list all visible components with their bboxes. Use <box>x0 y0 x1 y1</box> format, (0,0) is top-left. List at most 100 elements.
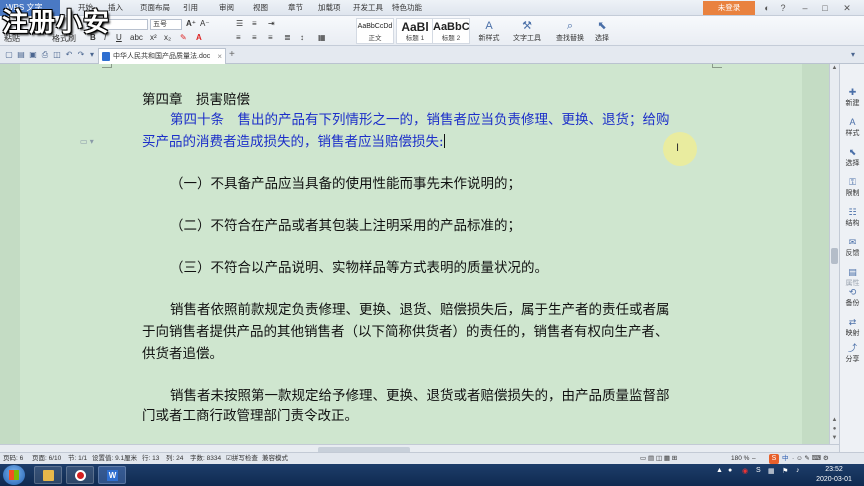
maximize-icon[interactable]: □ <box>818 1 832 15</box>
style-normal[interactable]: AaBbCcDd 正文 <box>356 18 394 44</box>
border-icon[interactable]: ▦ <box>318 33 326 43</box>
preview-icon[interactable]: ◫ <box>52 49 62 60</box>
taskbar-file-explorer[interactable] <box>34 466 62 484</box>
align-left-icon[interactable]: ≡ <box>236 33 241 43</box>
indent-icon[interactable]: ⇥ <box>268 19 275 29</box>
new-tab-icon[interactable]: + <box>229 49 235 60</box>
status-page[interactable]: 页面: 6/10 <box>32 453 61 464</box>
side-select[interactable]: ⬉ 选择 <box>840 146 864 168</box>
text-tools-button[interactable]: ⚒ 文字工具 <box>510 20 544 43</box>
line-spacing-icon[interactable]: ↕ <box>300 33 304 43</box>
menu-page-layout[interactable]: 页面布局 <box>140 0 170 16</box>
document-canvas[interactable]: ▭ ▾ I 第四章 损害赔偿 第四十条 售出的产品有下列情形之一的，销售者应当负… <box>0 64 829 444</box>
article-40-line-2: 买产品的消费者造成损失的，销售者应当赔偿损失: <box>142 132 445 152</box>
paragraph-handle-icon[interactable]: ▭ ▾ <box>80 137 94 146</box>
print-icon[interactable]: ⎙ <box>40 49 50 60</box>
side-share-label: 分享 <box>845 356 860 363</box>
bullets-icon[interactable]: ☰ <box>236 19 243 29</box>
menu-features[interactable]: 特色功能 <box>392 0 422 16</box>
side-share[interactable]: ⤴ 分享 <box>840 342 864 364</box>
status-spell-check[interactable]: ☑拼写检查 <box>226 453 258 464</box>
menu-addins[interactable]: 加载项 <box>318 0 341 16</box>
numbering-icon[interactable]: ≡ <box>252 19 257 29</box>
side-backup[interactable]: ⟲ 备份 <box>840 286 864 308</box>
menu-developer[interactable]: 开发工具 <box>353 0 383 16</box>
ime-chinese-icon[interactable]: 中 <box>782 453 789 464</box>
style-heading-2[interactable]: AaBbC 标题 2 <box>432 18 470 44</box>
close-icon[interactable]: ✕ <box>840 1 854 15</box>
system-clock[interactable]: 23:52 2020-03-01 <box>810 465 858 485</box>
taskbar-wps-writer[interactable]: W <box>98 466 126 484</box>
menu-review[interactable]: 审阅 <box>219 0 234 16</box>
style-heading-1-sample: AaBl <box>401 20 429 34</box>
status-word-count[interactable]: 字数: 8334 <box>190 453 221 464</box>
menu-chapter[interactable]: 章节 <box>288 0 303 16</box>
taskbar-recorder[interactable] <box>66 466 94 484</box>
ime-tools-icon[interactable]: · ☺ ✎ ⌨ ⚙ <box>792 453 829 464</box>
start-button[interactable] <box>3 465 25 485</box>
strikethrough-icon[interactable]: abc <box>130 33 143 43</box>
skin-icon[interactable]: ◐ <box>760 1 774 15</box>
minimize-icon[interactable]: – <box>798 1 812 15</box>
select-browse-icon[interactable]: ● <box>830 425 839 434</box>
tab-list-icon[interactable]: ▾ <box>848 49 858 60</box>
help-icon[interactable]: ? <box>776 1 790 15</box>
menu-insert[interactable]: 插入 <box>108 0 123 16</box>
paragraph-1-line-2: 于向销售者提供产品的其他销售者（以下简称供货者）的责任的，销售者有权向生产者、 <box>142 324 669 340</box>
align-center-icon[interactable]: ≡ <box>252 33 257 43</box>
shrink-font-icon[interactable]: A⁻ <box>200 19 210 29</box>
menu-references[interactable]: 引用 <box>183 0 198 16</box>
side-properties[interactable]: ▤ 属性 <box>840 266 864 288</box>
subscript-icon[interactable]: x₂ <box>164 33 171 43</box>
vertical-scrollbar[interactable]: ▲ ▲ ● ▼ <box>829 64 839 444</box>
side-new[interactable]: ✚ 新建 <box>840 86 864 108</box>
clock-date: 2020-03-01 <box>816 476 852 483</box>
zoom-level[interactable]: 180 % <box>731 453 749 464</box>
tab-close-icon[interactable]: × <box>217 49 222 64</box>
login-button[interactable]: 未登录 <box>703 1 755 15</box>
new-doc-icon[interactable]: ▢ <box>4 49 14 60</box>
side-mapping[interactable]: ⇄ 映射 <box>840 316 864 338</box>
superscript-icon[interactable]: x² <box>150 33 157 43</box>
justify-icon[interactable]: ≣ <box>284 33 291 43</box>
tray-volume-icon[interactable]: ♪ <box>796 467 800 474</box>
tray-record-icon[interactable]: ● <box>728 467 732 474</box>
clock-time: 23:52 <box>825 466 843 473</box>
document-tab[interactable]: 中华人民共和国产品质量法.doc × <box>98 48 226 64</box>
zoom-out-icon[interactable]: – <box>752 453 756 464</box>
vertical-scroll-thumb[interactable] <box>831 248 838 264</box>
view-mode-icon[interactable]: ▭ ▤ ◫ ▦ ⊞ <box>640 453 677 464</box>
undo-icon[interactable]: ↶ <box>64 49 74 60</box>
customize-icon[interactable]: ▾ <box>87 49 97 60</box>
redo-icon[interactable]: ↷ <box>76 49 86 60</box>
tray-flag-icon[interactable]: ⚑ <box>782 467 788 475</box>
grow-font-icon[interactable]: A⁺ <box>186 19 196 29</box>
tray-ime-icon[interactable]: S <box>756 467 761 474</box>
side-structure[interactable]: ☷ 结构 <box>840 206 864 228</box>
side-backup-label: 备份 <box>845 300 860 307</box>
select-button[interactable]: ⬉ 选择 <box>590 20 614 43</box>
tray-expand-icon[interactable]: ▲ <box>716 467 723 474</box>
tray-recorder-icon[interactable]: ◉ <box>742 467 748 475</box>
new-style-button[interactable]: A 新样式 <box>474 20 504 43</box>
align-right-icon[interactable]: ≡ <box>268 33 273 43</box>
highlight-icon[interactable]: ✎ <box>180 33 187 43</box>
style-heading-1[interactable]: AaBl 标题 1 <box>396 18 434 44</box>
side-feedback[interactable]: ✉ 反馈 <box>840 236 864 258</box>
font-color-icon[interactable]: A <box>196 33 202 43</box>
save-icon[interactable]: ▣ <box>28 49 38 60</box>
font-size-select[interactable]: 五号 <box>150 19 182 30</box>
sogou-ime-icon[interactable]: S <box>769 454 779 464</box>
underline-icon[interactable]: U <box>116 33 122 43</box>
open-icon[interactable]: ▤ <box>16 49 26 60</box>
scroll-up-icon[interactable]: ▲ <box>830 64 839 73</box>
find-replace-button[interactable]: ⌕ 查找替换 <box>552 20 588 43</box>
next-page-icon[interactable]: ▼ <box>830 434 839 443</box>
side-restrict[interactable]: ⚿ 限制 <box>840 176 864 198</box>
wps-w-icon: W <box>107 470 118 481</box>
status-page-number[interactable]: 页码: 6 <box>3 453 23 464</box>
menu-view[interactable]: 视图 <box>253 0 268 16</box>
prev-page-icon[interactable]: ▲ <box>830 416 839 425</box>
tray-network-icon[interactable]: ▦ <box>768 467 775 475</box>
side-styles[interactable]: A 样式 <box>840 116 864 138</box>
